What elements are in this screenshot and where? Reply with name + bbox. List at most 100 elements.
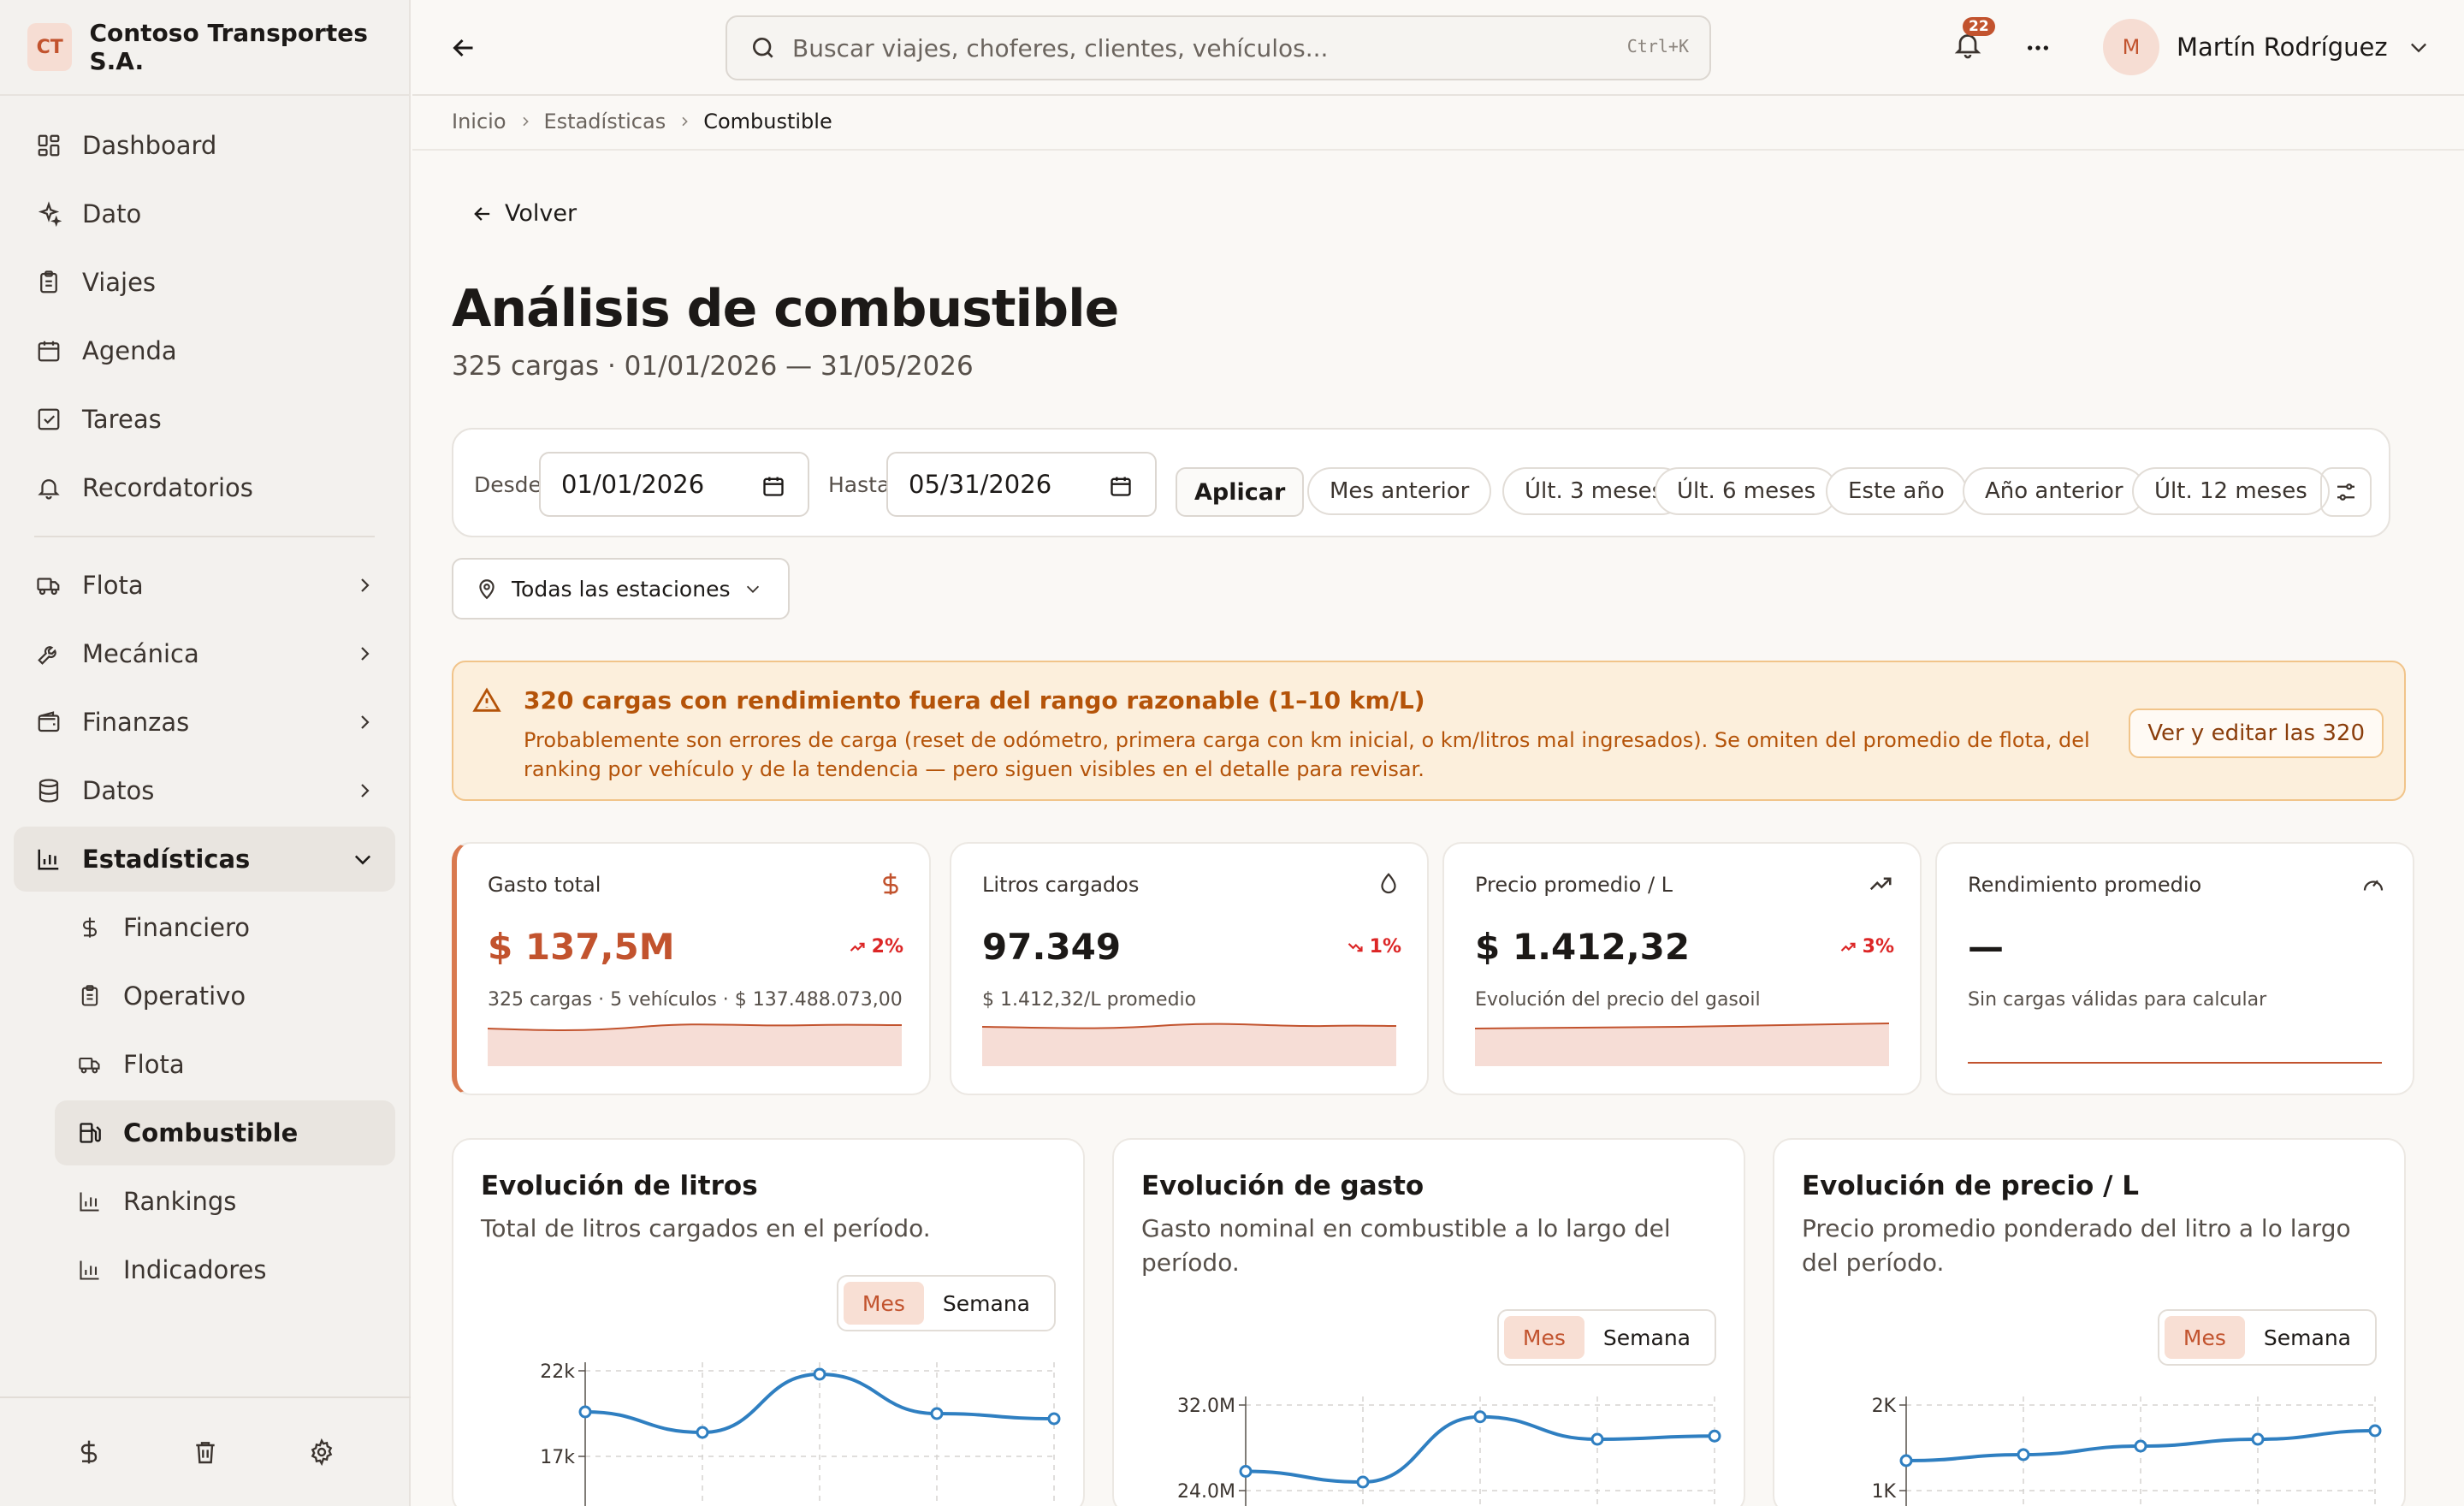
chart-panel-gasto: Evolución de gasto Gasto nominal en comb… bbox=[1112, 1138, 1745, 1506]
kpi-value: — bbox=[1968, 926, 2004, 968]
kpi-delta-value: 3% bbox=[1862, 936, 1894, 958]
sidebar-item-mecanica[interactable]: Mecánica bbox=[14, 621, 395, 686]
sidebar-subitem-rankings[interactable]: Rankings bbox=[14, 1169, 395, 1234]
chevron-down-icon bbox=[2407, 35, 2431, 59]
calendar-icon bbox=[1109, 474, 1133, 498]
page-subtitle: 325 cargas · 01/01/2026 — 31/05/2026 bbox=[452, 351, 974, 382]
sidebar-item-dato[interactable]: Dato bbox=[14, 181, 395, 246]
breadcrumb-item[interactable]: Estadísticas bbox=[544, 110, 666, 133]
trash-icon[interactable] bbox=[192, 1438, 219, 1466]
review-button[interactable]: Ver y editar las 320 bbox=[2129, 709, 2384, 758]
sidebar-item-estadisticas[interactable]: Estadísticas bbox=[14, 827, 395, 892]
sidebar-item-label: Dashboard bbox=[82, 131, 217, 160]
data-point[interactable] bbox=[1708, 1429, 1721, 1443]
preset-chip[interactable]: Año anterior bbox=[1963, 467, 2146, 515]
brand[interactable]: CT Contoso Transportes S.A. bbox=[0, 0, 409, 96]
gear-icon[interactable] bbox=[308, 1438, 335, 1466]
to-date-input[interactable]: 05/31/2026 bbox=[886, 452, 1157, 517]
data-point[interactable] bbox=[1047, 1412, 1061, 1426]
y-tick-label: 32.0M bbox=[1177, 1396, 1235, 1417]
sidebar-item-agenda[interactable]: Agenda bbox=[14, 318, 395, 383]
kpi-sparkline bbox=[982, 1023, 1396, 1066]
kpi-label: Precio promedio / L bbox=[1475, 873, 1673, 897]
chevron-right-icon bbox=[678, 113, 691, 130]
data-point[interactable] bbox=[1590, 1432, 1604, 1446]
sidebar-item-tareas[interactable]: Tareas bbox=[14, 387, 395, 452]
breadcrumb-current: Combustible bbox=[703, 110, 832, 133]
data-point[interactable] bbox=[1899, 1454, 1913, 1467]
data-point[interactable] bbox=[1239, 1465, 1253, 1478]
sidebar-subitem-financiero[interactable]: Financiero bbox=[14, 895, 395, 960]
sidebar-item-viajes[interactable]: Viajes bbox=[14, 250, 395, 315]
divider bbox=[412, 149, 2464, 151]
dashboard-icon bbox=[34, 131, 63, 160]
bell-icon bbox=[34, 473, 63, 502]
sidebar-subitem-indicadores[interactable]: Indicadores bbox=[14, 1237, 395, 1302]
sidebar-item-label: Flota bbox=[82, 571, 144, 600]
search-input[interactable]: Buscar viajes, choferes, clientes, vehíc… bbox=[726, 15, 1711, 80]
warning-icon bbox=[472, 686, 501, 715]
kpi-card-gasto[interactable]: Gasto total $ 137,5M 2% 325 cargas · 5 v… bbox=[452, 842, 931, 1095]
kpi-subtext: 325 cargas · 5 vehículos · $ 137.488.073… bbox=[488, 989, 903, 1011]
chevron-right-icon bbox=[354, 642, 375, 666]
map-pin-icon bbox=[479, 579, 495, 600]
sidebar-subitem-operativo[interactable]: Operativo bbox=[14, 963, 395, 1029]
kpi-card-litros[interactable]: Litros cargados 97.349 1% $ 1.412,32/L p… bbox=[950, 842, 1429, 1095]
data-point[interactable] bbox=[2251, 1432, 2265, 1446]
station-select[interactable]: Todas las estaciones bbox=[452, 558, 791, 620]
kpi-label: Rendimiento promedio bbox=[1968, 873, 2202, 897]
sidebar-item-label: Viajes bbox=[82, 268, 157, 297]
data-point[interactable] bbox=[813, 1367, 826, 1381]
preset-chip[interactable]: Últ. 6 meses bbox=[1655, 467, 1839, 515]
dollar-icon[interactable] bbox=[75, 1438, 103, 1466]
preset-chip[interactable]: Últ. 12 meses bbox=[2132, 467, 2330, 515]
data-point[interactable] bbox=[578, 1405, 592, 1419]
alert-title: 320 cargas con rendimiento fuera del ran… bbox=[524, 686, 1425, 714]
data-point[interactable] bbox=[696, 1426, 709, 1439]
sidebar-item-label: Flota bbox=[123, 1050, 185, 1079]
sidebar-subitem-combustible[interactable]: Combustible bbox=[55, 1100, 395, 1165]
sidebar-item-finanzas[interactable]: Finanzas bbox=[14, 690, 395, 755]
y-tick-label: 22k bbox=[540, 1361, 575, 1383]
data-point[interactable] bbox=[2017, 1448, 2030, 1462]
from-date-input[interactable]: 01/01/2026 bbox=[539, 452, 809, 517]
kpi-value: $ 1.412,32 bbox=[1475, 926, 1691, 968]
brand-name: Contoso Transportes S.A. bbox=[89, 19, 368, 75]
sidebar-subitem-flota[interactable]: Flota bbox=[14, 1032, 395, 1097]
sliders-icon[interactable] bbox=[2320, 467, 2372, 517]
more-options-icon[interactable] bbox=[2021, 34, 2055, 62]
kpi-card-precio[interactable]: Precio promedio / L $ 1.412,32 3% Evoluc… bbox=[1442, 842, 1922, 1095]
data-point[interactable] bbox=[1356, 1475, 1370, 1489]
kpi-card-rendimiento[interactable]: Rendimiento promedio — Sin cargas válida… bbox=[1935, 842, 2414, 1095]
trending-down-icon bbox=[1348, 942, 1363, 952]
kpi-value: $ 137,5M bbox=[488, 926, 675, 968]
wrench-icon bbox=[34, 639, 63, 668]
y-tick-label: 24.0M bbox=[1177, 1481, 1235, 1503]
back-link[interactable]: Volver bbox=[471, 200, 577, 227]
sidebar-item-dashboard[interactable]: Dashboard bbox=[14, 113, 395, 178]
breadcrumb-item[interactable]: Inicio bbox=[452, 110, 506, 133]
truck-icon bbox=[34, 571, 63, 600]
sidebar-item-datos[interactable]: Datos bbox=[14, 758, 395, 823]
line-chart: 22k 17k bbox=[540, 1361, 1061, 1506]
sidebar-item-flota[interactable]: Flota bbox=[14, 553, 395, 618]
wallet-icon bbox=[34, 708, 63, 737]
kpi-subtext: Evolución del precio del gasoil bbox=[1475, 989, 1761, 1011]
sidebar-item-label: Combustible bbox=[123, 1118, 299, 1147]
apply-button[interactable]: Aplicar bbox=[1176, 467, 1305, 517]
chevron-down-icon bbox=[747, 585, 760, 593]
data-point[interactable] bbox=[2368, 1424, 2382, 1438]
back-arrow-icon[interactable] bbox=[448, 33, 479, 63]
arrow-left-icon bbox=[474, 206, 490, 221]
brand-logo: CT bbox=[27, 23, 73, 71]
sidebar-item-recordatorios[interactable]: Recordatorios bbox=[14, 455, 395, 520]
to-date-value: 05/31/2026 bbox=[909, 470, 1052, 499]
user-menu[interactable]: M Martín Rodríguez bbox=[2103, 19, 2431, 75]
data-point[interactable] bbox=[930, 1407, 944, 1420]
search-placeholder: Buscar viajes, choferes, clientes, vehíc… bbox=[792, 33, 1329, 62]
data-point[interactable] bbox=[1473, 1410, 1487, 1424]
data-point[interactable] bbox=[2134, 1439, 2147, 1453]
preset-chip[interactable]: Este año bbox=[1826, 467, 1967, 515]
from-date-value: 01/01/2026 bbox=[561, 470, 705, 499]
preset-chip[interactable]: Mes anterior bbox=[1307, 467, 1492, 515]
